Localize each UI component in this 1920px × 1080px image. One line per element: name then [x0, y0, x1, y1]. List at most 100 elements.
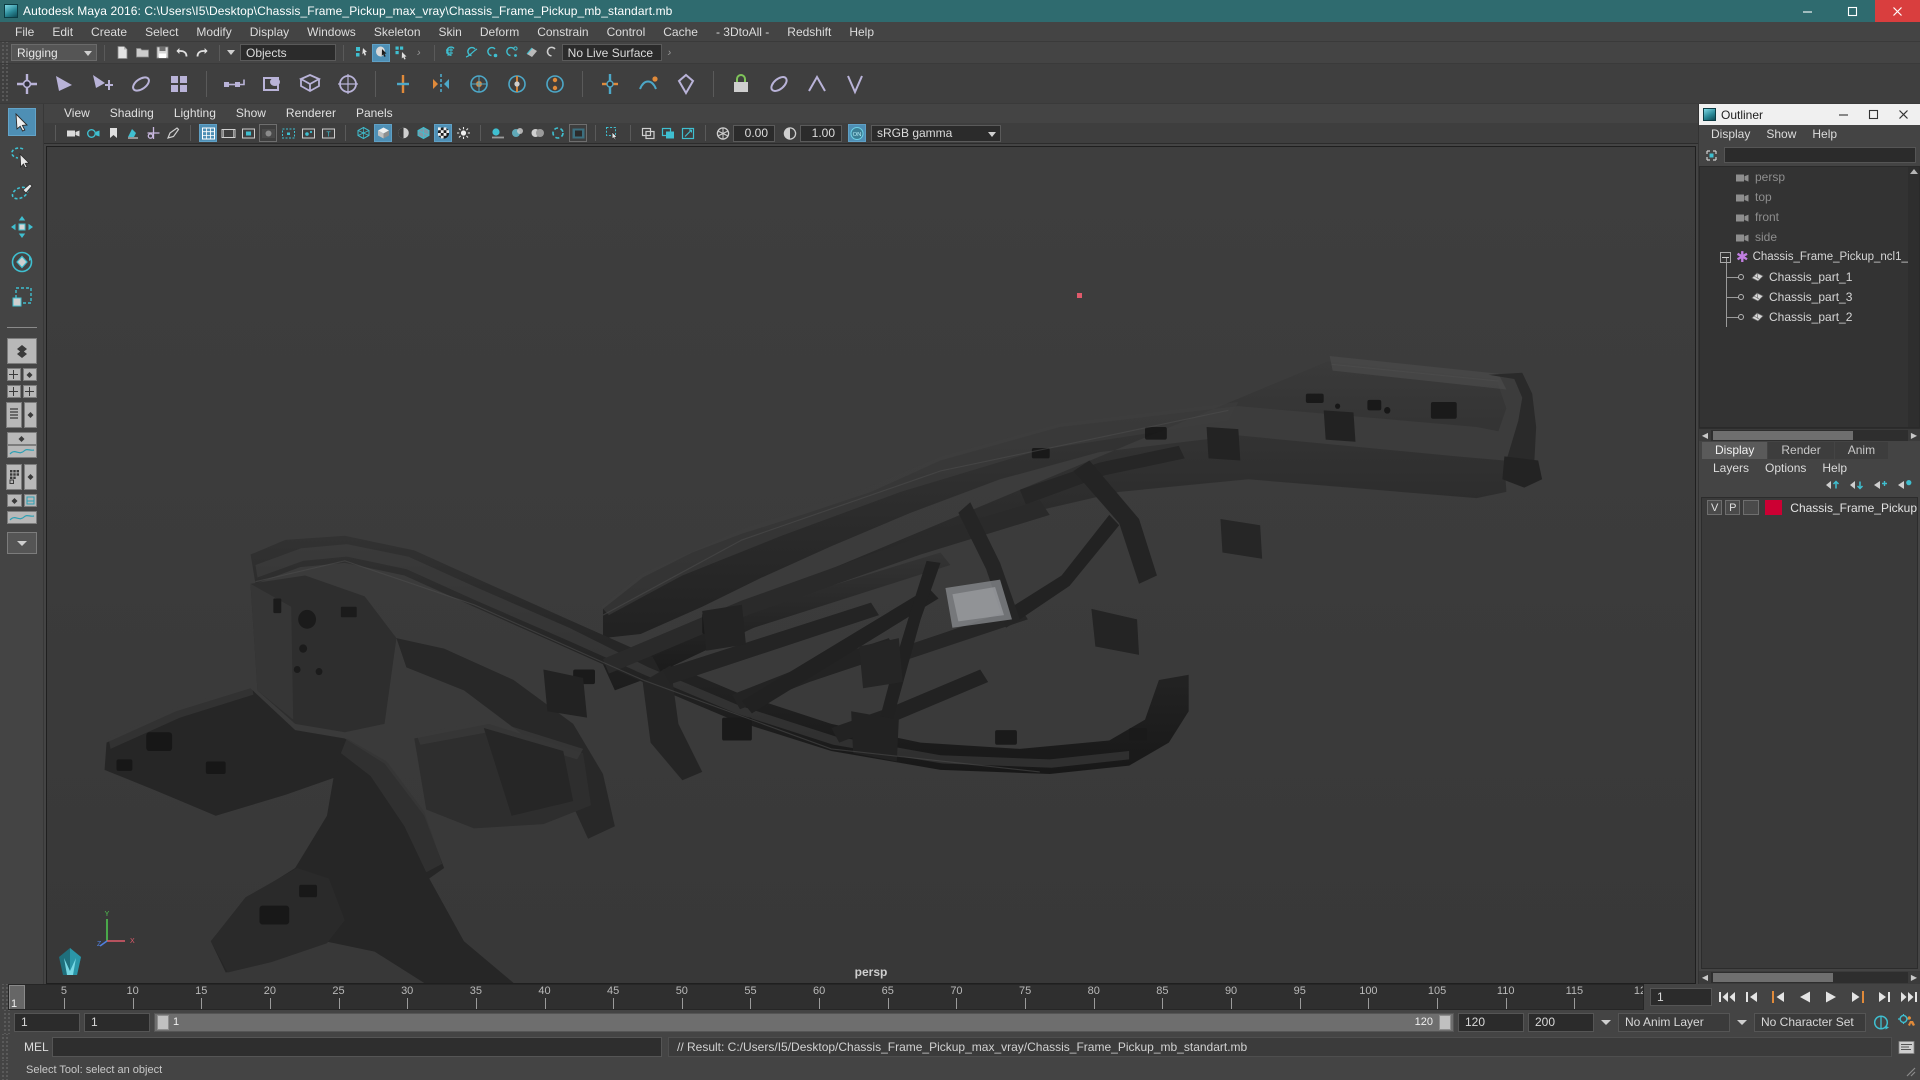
outliner-item-top[interactable]: top: [1700, 187, 1919, 207]
menu-skin[interactable]: Skin: [430, 22, 471, 42]
layout-persp-only[interactable]: [24, 402, 37, 428]
range-slider-bar[interactable]: 1 120: [154, 1012, 1454, 1032]
command-language-label[interactable]: MEL: [8, 1040, 52, 1054]
layout-persp-view[interactable]: [22, 368, 37, 381]
create-lock-icon[interactable]: [726, 69, 756, 99]
layer-menu-options[interactable]: Options: [1757, 459, 1814, 477]
layout-persp-hypershade[interactable]: [24, 464, 37, 490]
toolbar-grip[interactable]: [0, 42, 8, 63]
shadows-icon[interactable]: [489, 124, 507, 142]
outliner-sync-icon[interactable]: [1703, 147, 1720, 164]
layout-persp-small[interactable]: [6, 494, 22, 507]
chassis-frame-model[interactable]: [47, 147, 1695, 983]
bookmark-icon[interactable]: [104, 124, 122, 142]
animation-end-time-field[interactable]: 200: [1528, 1012, 1594, 1032]
maximize-button[interactable]: [1830, 0, 1875, 22]
resize-grip-icon[interactable]: [1902, 1063, 1920, 1077]
scroll-right-arrow-icon[interactable]: ▶: [1908, 972, 1920, 983]
menu-cache[interactable]: Cache: [654, 22, 707, 42]
snap-to-curve-icon[interactable]: [463, 44, 481, 62]
status-grip[interactable]: [0, 1060, 8, 1080]
outliner-close-button[interactable]: [1888, 104, 1918, 125]
step-forward-frame-icon[interactable]: [1872, 986, 1894, 1008]
select-tool[interactable]: [7, 108, 36, 136]
layout-four-view[interactable]: [6, 368, 21, 381]
scroll-right-arrow-icon[interactable]: ▶: [1908, 430, 1920, 441]
layout-persp-wide[interactable]: [6, 432, 37, 445]
menu-control[interactable]: Control: [598, 22, 655, 42]
outliner-horizontal-scrollbar[interactable]: ◀ ▶: [1699, 428, 1920, 441]
smooth-bind-icon[interactable]: [464, 69, 494, 99]
cluster-deformer-icon[interactable]: [333, 69, 363, 99]
rotate-tool[interactable]: [8, 248, 36, 276]
outliner-minimize-button[interactable]: [1828, 104, 1858, 125]
scroll-up-arrow-icon[interactable]: [1909, 169, 1918, 174]
layer-playback-toggle[interactable]: P: [1725, 500, 1741, 515]
scroll-track[interactable]: [1711, 429, 1908, 441]
set-driven-key-icon[interactable]: [633, 69, 663, 99]
menu-file[interactable]: File: [6, 22, 43, 42]
lasso-select-tool[interactable]: [8, 143, 36, 171]
layer-visibility-toggle[interactable]: V: [1707, 500, 1723, 515]
ambient-occlusion-icon[interactable]: [509, 124, 527, 142]
redo-icon[interactable]: [193, 44, 211, 62]
save-scene-icon[interactable]: [153, 44, 171, 62]
color-management-toggle[interactable]: ON: [848, 124, 866, 142]
minimize-button[interactable]: [1785, 0, 1830, 22]
layer-row[interactable]: V P Chassis_Frame_Pickup: [1702, 498, 1917, 517]
color-management-selector[interactable]: sRGB gamma: [871, 124, 1001, 142]
layout-persp-graph-editor[interactable]: [6, 445, 37, 458]
outliner-menu-show[interactable]: Show: [1758, 125, 1804, 144]
menu-edit[interactable]: Edit: [43, 22, 82, 42]
bind-skin-icon[interactable]: [126, 69, 156, 99]
character-set-chevron-icon[interactable]: [1734, 1013, 1750, 1032]
scroll-left-arrow-icon[interactable]: ◀: [1699, 972, 1711, 983]
wireframe-on-shaded-icon[interactable]: [414, 124, 432, 142]
current-frame-field[interactable]: 1: [1650, 988, 1712, 1006]
grid-icon[interactable]: [199, 124, 217, 142]
xray-icon[interactable]: [639, 124, 657, 142]
smooth-shade-icon[interactable]: [374, 124, 392, 142]
gate-mask-icon[interactable]: [259, 124, 277, 142]
outliner-menu-display[interactable]: Display: [1703, 125, 1758, 144]
scale-tool[interactable]: [8, 283, 36, 311]
range-grip[interactable]: [2, 1010, 10, 1034]
close-button[interactable]: [1875, 0, 1920, 22]
resolution-gate-icon[interactable]: [239, 124, 257, 142]
image-plane-icon[interactable]: [124, 124, 142, 142]
multisample-icon[interactable]: [549, 124, 567, 142]
character-set-field[interactable]: No Character Set: [1754, 1012, 1866, 1032]
menu-modify[interactable]: Modify: [187, 22, 240, 42]
layout-single-perspective-view[interactable]: [6, 338, 37, 364]
shelf-grip[interactable]: [0, 64, 8, 103]
menu-redshift[interactable]: Redshift: [778, 22, 840, 42]
range-end-time-field[interactable]: 120: [1458, 1012, 1524, 1032]
animation-preferences-icon[interactable]: [1896, 1011, 1918, 1033]
menu-help[interactable]: Help: [840, 22, 883, 42]
layout-more-button[interactable]: [6, 532, 37, 554]
open-scene-icon[interactable]: [133, 44, 151, 62]
gamma-icon[interactable]: [781, 124, 799, 142]
film-gate-icon[interactable]: [219, 124, 237, 142]
ik-handle-tool-icon[interactable]: [50, 69, 80, 99]
auto-keyframe-icon[interactable]: [1870, 1011, 1892, 1033]
outliner-maximize-button[interactable]: [1858, 104, 1888, 125]
time-slider[interactable]: 1 5 10 15 20 25 30 35 40 45 50 55 60 65 70 75 80 85 90 95 1…: [8, 984, 1644, 1010]
step-forward-key-icon[interactable]: [1846, 986, 1868, 1008]
scroll-track[interactable]: [1711, 972, 1908, 983]
menu-deform[interactable]: Deform: [471, 22, 528, 42]
isolate-select-icon[interactable]: [569, 124, 587, 142]
mirror-joint-icon[interactable]: [426, 69, 456, 99]
snap-to-point-icon[interactable]: [483, 44, 501, 62]
shade-flat-icon[interactable]: [394, 124, 412, 142]
command-grip[interactable]: [0, 1034, 8, 1060]
exposure-icon[interactable]: [714, 124, 732, 142]
move-tool[interactable]: [8, 213, 36, 241]
viewport-menu-lighting[interactable]: Lighting: [164, 104, 226, 123]
outliner-item-persp[interactable]: persp: [1700, 167, 1919, 187]
selection-mask-field[interactable]: Objects: [240, 44, 336, 61]
outliner-tree[interactable]: persp top front side ✱ Chassis_Frame_Pic…: [1699, 166, 1920, 428]
menu-display[interactable]: Display: [241, 22, 298, 42]
selection-mask-chevron-icon[interactable]: [227, 50, 235, 55]
tab-display[interactable]: Display: [1702, 442, 1768, 459]
